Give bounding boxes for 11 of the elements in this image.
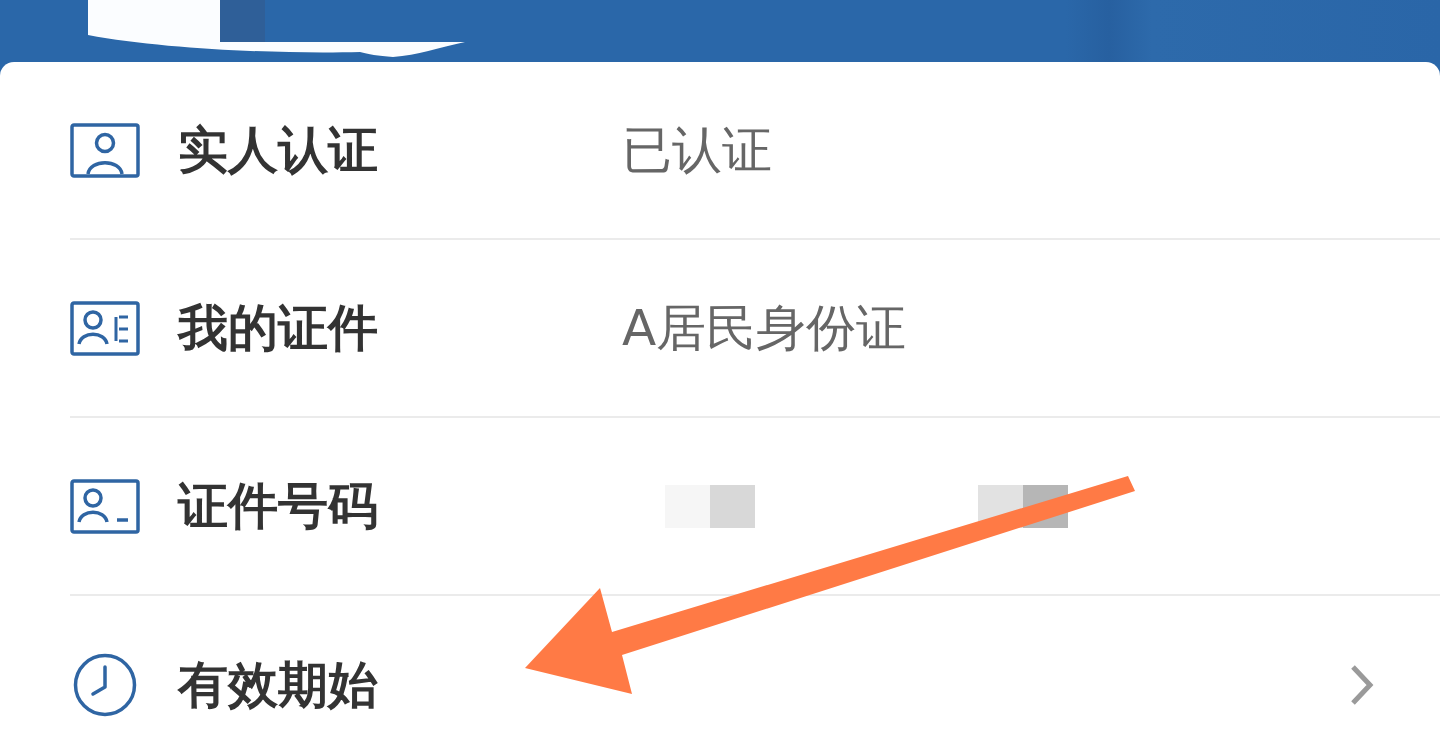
row-label: 我的证件 <box>178 298 379 358</box>
row-value: 已认证 <box>622 120 772 180</box>
row-label: 有效期始 <box>178 655 379 715</box>
row-label: 实人认证 <box>178 120 379 180</box>
person-card-icon <box>70 122 140 178</box>
chevron-right-icon <box>1349 664 1375 706</box>
id-card-icon <box>70 300 140 356</box>
clock-icon <box>73 653 137 717</box>
id-card-icon <box>70 478 140 534</box>
row-label: 证件号码 <box>178 476 379 536</box>
row-value: A居民身份证 <box>622 298 907 358</box>
